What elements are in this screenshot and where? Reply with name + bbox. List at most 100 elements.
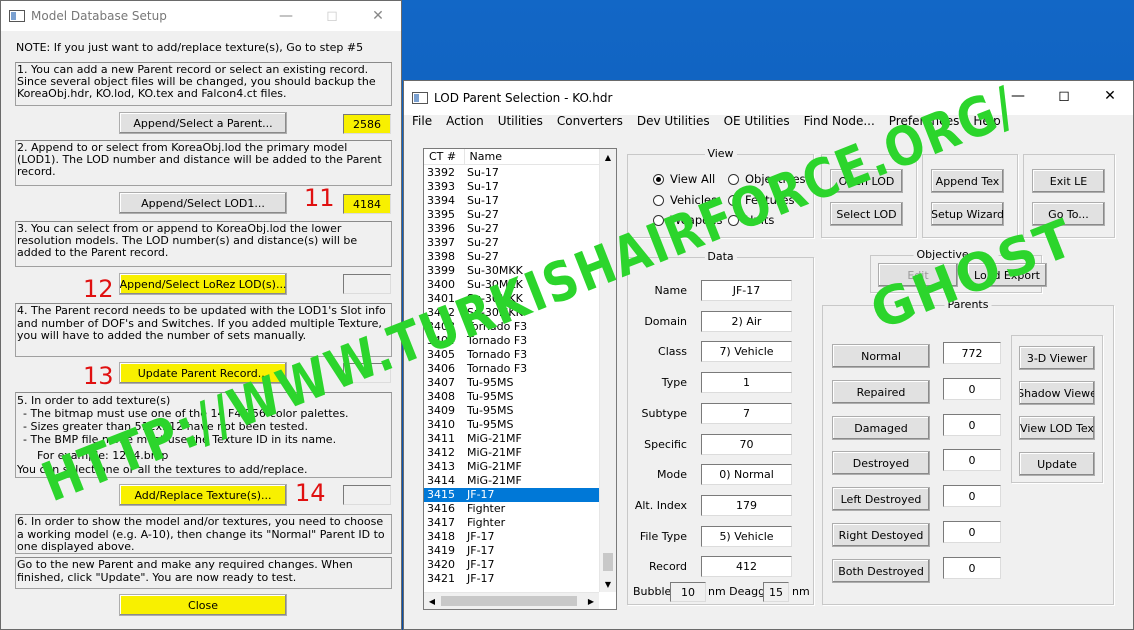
maximize-icon[interactable]: ◻	[309, 1, 355, 31]
list-item[interactable]: 3405 Tornado F3	[424, 348, 599, 362]
list-item[interactable]: 3407 Tu-95MS	[424, 376, 599, 390]
list-item[interactable]: 3401 Su-30MKK	[424, 292, 599, 306]
close-icon[interactable]: ✕	[1087, 81, 1133, 111]
list-item[interactable]: 3419 JF-17	[424, 544, 599, 558]
parent-button[interactable]: Repaired	[832, 380, 930, 404]
radio-features[interactable]: Features	[728, 193, 794, 207]
hscroll-thumb[interactable]	[441, 596, 577, 606]
radio-view-all[interactable]: View All	[653, 172, 715, 186]
data-field-value[interactable]: 1	[701, 372, 792, 393]
list-item[interactable]: 3417 Fighter	[424, 516, 599, 530]
update-parent-record-button[interactable]: Update Parent Record...	[119, 362, 287, 384]
list-item[interactable]: 3400 Su-30MKK	[424, 278, 599, 292]
data-field-value[interactable]: JF-17	[701, 280, 792, 301]
list-item[interactable]: 3392 Su-17	[424, 166, 599, 180]
view-lod-tex-button[interactable]: View LOD Tex	[1019, 416, 1095, 440]
data-field-value[interactable]: 412	[701, 556, 792, 577]
list-item[interactable]: 3408 Tu-95MS	[424, 390, 599, 404]
scroll-down-icon[interactable]: ▼	[600, 576, 616, 592]
list-item[interactable]: 3394 Su-17	[424, 194, 599, 208]
data-field-value[interactable]: 5) Vehicle	[701, 526, 792, 547]
data-field-value[interactable]: 2) Air	[701, 311, 792, 332]
go-to-button[interactable]: Go To...	[1032, 202, 1105, 226]
minimize-icon[interactable]: —	[995, 81, 1041, 111]
close-icon[interactable]: ✕	[355, 1, 401, 31]
scroll-right-icon[interactable]: ▶	[583, 593, 599, 609]
list-item[interactable]: 3399 Su-30MKK	[424, 264, 599, 278]
shadow-viewer-button[interactable]: Shadow Viewe	[1019, 381, 1095, 405]
scroll-thumb[interactable]	[603, 553, 613, 571]
list-item[interactable]: 3418 JF-17	[424, 530, 599, 544]
minimize-icon[interactable]: —	[263, 1, 309, 31]
data-field-value[interactable]: 70	[701, 434, 792, 455]
radio-units[interactable]: Units	[728, 213, 774, 227]
list-item[interactable]: 3409 Tu-95MS	[424, 404, 599, 418]
name-column-header[interactable]: Name	[465, 149, 599, 164]
append-select-lorez-lods-button[interactable]: Append/Select LoRez LOD(s)...	[119, 273, 287, 295]
list-item[interactable]: 3421 JF-17	[424, 572, 599, 586]
data-field-value[interactable]: 7) Vehicle	[701, 341, 792, 362]
parent-button[interactable]: Destroyed	[832, 451, 930, 475]
scroll-up-icon[interactable]: ▲	[600, 149, 616, 165]
exit-le-button[interactable]: Exit LE	[1032, 169, 1105, 193]
select-lod-button[interactable]: Select LOD	[830, 202, 903, 226]
parent-id-value[interactable]: 772	[943, 342, 1001, 364]
list-item[interactable]: 3404 Tornado F3	[424, 334, 599, 348]
menu-converters[interactable]: Converters	[550, 111, 630, 131]
menu-action[interactable]: Action	[439, 111, 491, 131]
list-item[interactable]: 3413 MiG-21MF	[424, 460, 599, 474]
ct-column-header[interactable]: CT #	[424, 149, 465, 164]
menu-file[interactable]: File	[405, 111, 439, 131]
maximize-icon[interactable]: ◻	[1041, 81, 1087, 111]
radio-weapons[interactable]: Weapons	[653, 213, 722, 227]
parent-button[interactable]: Right Destoyed	[832, 523, 930, 547]
list-item[interactable]: 3402 Su-30MKK	[424, 306, 599, 320]
data-field-value[interactable]: 179	[701, 495, 792, 516]
parent-id-value[interactable]: 0	[943, 521, 1001, 543]
close-button[interactable]: Close	[119, 594, 287, 616]
load-export-button[interactable]: Load Export	[967, 263, 1047, 287]
add-replace-textures-button[interactable]: Add/Replace Texture(s)...	[119, 484, 287, 506]
edit-button[interactable]: Edit	[878, 263, 958, 287]
parent-id-value[interactable]: 0	[943, 485, 1001, 507]
parent-button[interactable]: Left Destroyed	[832, 487, 930, 511]
3d-viewer-button[interactable]: 3-D Viewer	[1019, 346, 1095, 370]
deagg-field[interactable]: 15	[763, 582, 789, 602]
data-field-value[interactable]: 0) Normal	[701, 464, 792, 485]
list-item[interactable]: 3397 Su-27	[424, 236, 599, 250]
parent-button[interactable]: Damaged	[832, 416, 930, 440]
list-item[interactable]: 3420 JF-17	[424, 558, 599, 572]
menu-oe-utilities[interactable]: OE Utilities	[717, 111, 797, 131]
list-item[interactable]: 3396 Su-27	[424, 222, 599, 236]
list-item[interactable]: 3410 Tu-95MS	[424, 418, 599, 432]
menu-utilities[interactable]: Utilities	[491, 111, 550, 131]
parent-button[interactable]: Both Destroyed	[832, 559, 930, 583]
menu-find-node[interactable]: Find Node...	[797, 111, 882, 131]
parent-id-value[interactable]: 0	[943, 378, 1001, 400]
list-item[interactable]: 3416 Fighter	[424, 502, 599, 516]
radio-vehicles[interactable]: Vehicles	[653, 193, 717, 207]
list-item[interactable]: 3403 Tornado F3	[424, 320, 599, 334]
bubble-field[interactable]: 10	[670, 582, 706, 602]
setup-wizard-button[interactable]: Setup Wizard	[931, 202, 1004, 226]
open-lod-button[interactable]: Open LOD	[830, 169, 903, 193]
list-item[interactable]: 3412 MiG-21MF	[424, 446, 599, 460]
vertical-scrollbar[interactable]: ▲ ▼	[599, 149, 616, 592]
scroll-left-icon[interactable]: ◀	[424, 593, 440, 609]
append-select-lod1-button[interactable]: Append/Select LOD1...	[119, 192, 287, 214]
list-item[interactable]: 3411 MiG-21MF	[424, 432, 599, 446]
horizontal-scrollbar[interactable]: ◀ ▶	[424, 592, 599, 609]
list-item[interactable]: 3414 MiG-21MF	[424, 474, 599, 488]
parent-id-value[interactable]: 0	[943, 414, 1001, 436]
parent-id-value[interactable]: 0	[943, 557, 1001, 579]
ct-list[interactable]: CT # Name 3392 Su-17 3393 Su-17 3394 Su-17 339…	[423, 148, 617, 610]
menu-help[interactable]: Help	[966, 111, 1007, 131]
list-item[interactable]: 3415 JF-17	[424, 488, 599, 502]
parent-button[interactable]: Normal	[832, 344, 930, 368]
update-button[interactable]: Update	[1019, 452, 1095, 476]
data-field-value[interactable]: 7	[701, 403, 792, 424]
menu-preferences[interactable]: Preferences	[882, 111, 967, 131]
list-item[interactable]: 3393 Su-17	[424, 180, 599, 194]
radio-objectives[interactable]: Objectives	[728, 172, 806, 186]
append-select-parent-button[interactable]: Append/Select a Parent...	[119, 112, 287, 134]
